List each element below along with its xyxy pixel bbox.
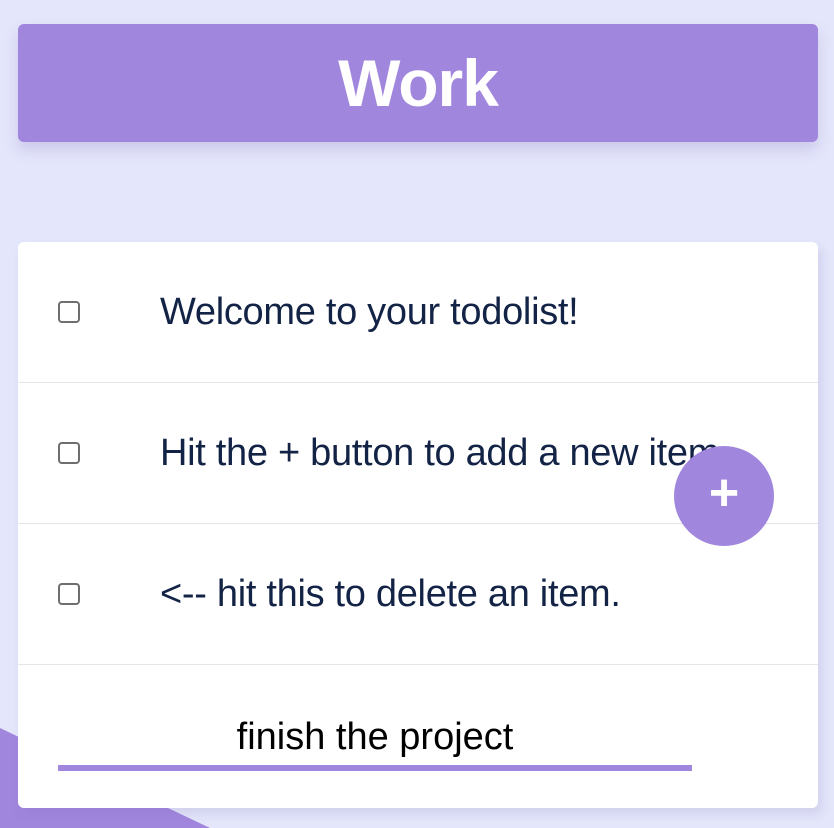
plus-icon: + — [708, 464, 740, 522]
list-title: Work — [338, 46, 499, 120]
list-item: Welcome to your todolist! — [18, 242, 818, 383]
list-item: <-- hit this to delete an item. — [18, 524, 818, 665]
item-text: <-- hit this to delete an item. — [160, 572, 621, 615]
add-item-button[interactable]: + — [674, 446, 774, 546]
new-item-input[interactable] — [58, 709, 692, 771]
item-checkbox[interactable] — [58, 301, 80, 323]
item-checkbox[interactable] — [58, 583, 80, 605]
add-item-form — [18, 665, 818, 806]
item-text: Welcome to your todolist! — [160, 290, 579, 333]
list-title-banner: Work — [18, 24, 818, 142]
item-checkbox[interactable] — [58, 442, 80, 464]
item-text: Hit the + button to add a new item. — [160, 431, 730, 474]
